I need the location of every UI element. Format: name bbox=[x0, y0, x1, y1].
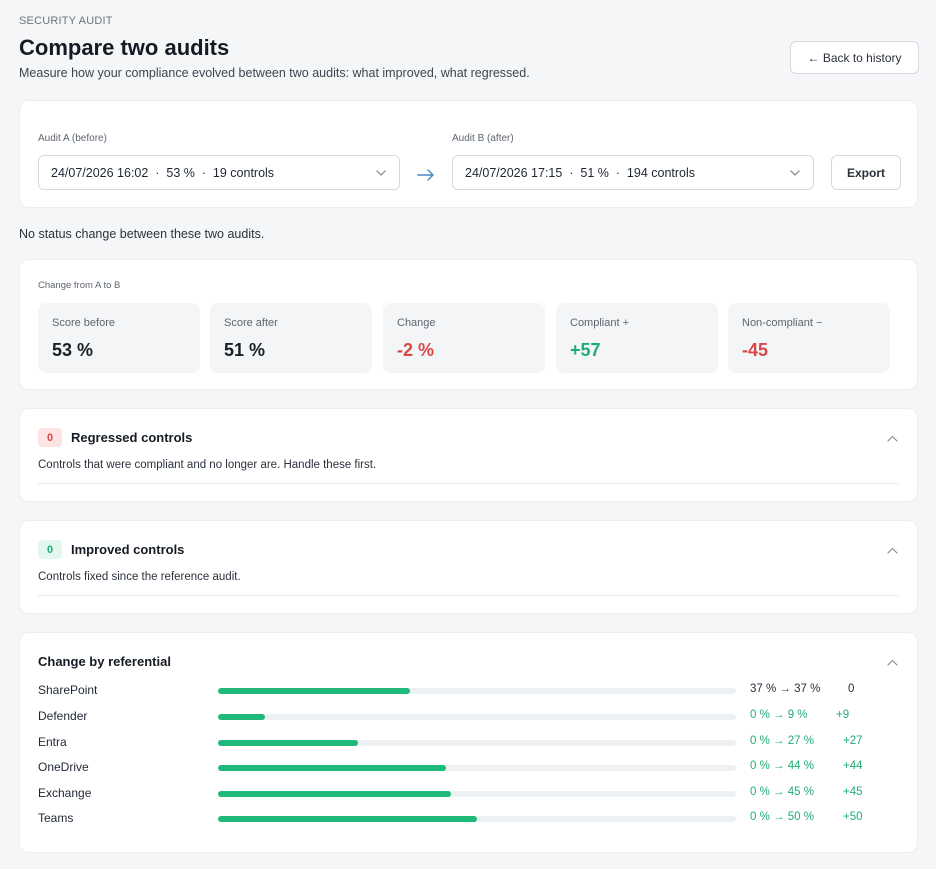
referential-name: OneDrive bbox=[38, 760, 89, 774]
page-eyebrow: SECURITY AUDIT bbox=[19, 15, 113, 27]
stat-non-compliant: Non-compliant − -45 bbox=[728, 303, 890, 373]
improved-title: Improved controls bbox=[71, 542, 185, 557]
progress-fill bbox=[218, 688, 410, 694]
referential-range: 37 % → 37 % bbox=[750, 683, 821, 695]
referential-delta: +9 bbox=[836, 709, 850, 721]
referential-name: Exchange bbox=[38, 786, 92, 800]
progress-fill bbox=[218, 740, 358, 746]
stat-label: Score after bbox=[224, 317, 278, 329]
referential-range: 0 % → 44 % bbox=[750, 760, 814, 772]
stat-label: Change bbox=[397, 317, 436, 329]
progress-fill bbox=[218, 791, 452, 797]
change-summary-card: Change from A to B Score before 53 % Sco… bbox=[19, 259, 918, 390]
divider bbox=[38, 483, 899, 484]
stat-value: 51 % bbox=[224, 340, 266, 360]
regressed-description: Controls that were compliant and no long… bbox=[38, 459, 377, 471]
stat-label: Score before bbox=[52, 317, 115, 329]
referential-row: Entra 0 % → 27 % +27 bbox=[38, 734, 900, 752]
progress-track bbox=[218, 765, 736, 771]
referential-row: SharePoint 37 % → 37 % 0 bbox=[38, 682, 900, 700]
chevron-down-icon bbox=[376, 170, 386, 176]
referential-row: OneDrive 0 % → 44 % +44 bbox=[38, 759, 900, 777]
stat-value: -2 % bbox=[397, 340, 435, 360]
change-summary-label: Change from A to B bbox=[38, 280, 121, 291]
referential-name: Defender bbox=[38, 709, 88, 723]
page-title: Compare two audits bbox=[19, 35, 230, 60]
audit-b-label: Audit B (after) bbox=[452, 133, 514, 144]
improved-description: Controls fixed since the reference audit… bbox=[38, 571, 241, 583]
referential-range: 0 % → 27 % bbox=[750, 735, 814, 747]
referential-title: Change by referential bbox=[38, 654, 171, 669]
progress-track bbox=[218, 740, 736, 746]
progress-track bbox=[218, 791, 736, 797]
stat-score-after: Score after 51 % bbox=[210, 303, 372, 373]
stat-value: 53 % bbox=[52, 340, 94, 360]
referential-delta: 0 bbox=[848, 683, 855, 695]
chevron-down-icon bbox=[790, 170, 800, 176]
referential-name: Teams bbox=[38, 811, 74, 825]
referential-row: Teams 0 % → 50 % +50 bbox=[38, 810, 900, 828]
audit-b-value: 24/07/2026 17:15 · 51 % · 194 controls bbox=[465, 165, 696, 180]
progress-track bbox=[218, 714, 736, 720]
progress-fill bbox=[218, 714, 265, 720]
audit-a-value: 24/07/2026 16:02 · 53 % · 19 controls bbox=[51, 165, 275, 180]
improved-count-badge: 0 bbox=[38, 540, 62, 559]
arrow-right-icon bbox=[417, 169, 434, 181]
regressed-title: Regressed controls bbox=[71, 430, 193, 445]
referential-row: Defender 0 % → 9 % +9 bbox=[38, 708, 900, 726]
referential-delta: +45 bbox=[843, 786, 863, 798]
stat-value: -45 bbox=[742, 340, 769, 360]
referential-delta: +44 bbox=[843, 760, 863, 772]
export-button[interactable]: Export bbox=[831, 155, 901, 190]
stat-value: +57 bbox=[570, 340, 601, 360]
back-to-history-button[interactable]: ← Back to history bbox=[790, 41, 919, 74]
stat-label: Compliant + bbox=[570, 317, 630, 329]
audit-a-label: Audit A (before) bbox=[38, 133, 107, 144]
chevron-up-icon[interactable] bbox=[886, 432, 899, 445]
audit-selector-card: Audit A (before) 24/07/2026 16:02 · 53 %… bbox=[19, 100, 918, 208]
audit-b-select[interactable]: 24/07/2026 17:15 · 51 % · 194 controls bbox=[452, 155, 814, 190]
referential-delta: +50 bbox=[843, 811, 863, 823]
referential-name: SharePoint bbox=[38, 683, 98, 697]
page-subtitle: Measure how your compliance evolved betw… bbox=[19, 66, 530, 80]
referential-name: Entra bbox=[38, 735, 67, 749]
progress-fill bbox=[218, 765, 446, 771]
regressed-count-badge: 0 bbox=[38, 428, 62, 447]
referential-range: 0 % → 45 % bbox=[750, 786, 814, 798]
referential-section: Change by referential SharePoint 37 % → … bbox=[19, 632, 918, 853]
referential-delta: +27 bbox=[843, 735, 863, 747]
stat-label: Non-compliant − bbox=[742, 317, 823, 329]
progress-track bbox=[218, 816, 736, 822]
stat-change: Change -2 % bbox=[383, 303, 545, 373]
regressed-controls-section: 0 Regressed controls Controls that were … bbox=[19, 408, 918, 502]
progress-fill bbox=[218, 816, 477, 822]
improved-controls-section: 0 Improved controls Controls fixed since… bbox=[19, 520, 918, 614]
no-change-notice: No status change between these two audit… bbox=[19, 227, 265, 241]
referential-row: Exchange 0 % → 45 % +45 bbox=[38, 785, 900, 803]
stat-score-before: Score before 53 % bbox=[38, 303, 200, 373]
audit-a-select[interactable]: 24/07/2026 16:02 · 53 % · 19 controls bbox=[38, 155, 400, 190]
referential-range: 0 % → 50 % bbox=[750, 811, 814, 823]
divider bbox=[38, 595, 899, 596]
chevron-up-icon[interactable] bbox=[886, 544, 899, 557]
stat-compliant: Compliant + +57 bbox=[556, 303, 718, 373]
progress-track bbox=[218, 688, 736, 694]
referential-range: 0 % → 9 % bbox=[750, 709, 808, 721]
chevron-up-icon[interactable] bbox=[886, 656, 899, 669]
